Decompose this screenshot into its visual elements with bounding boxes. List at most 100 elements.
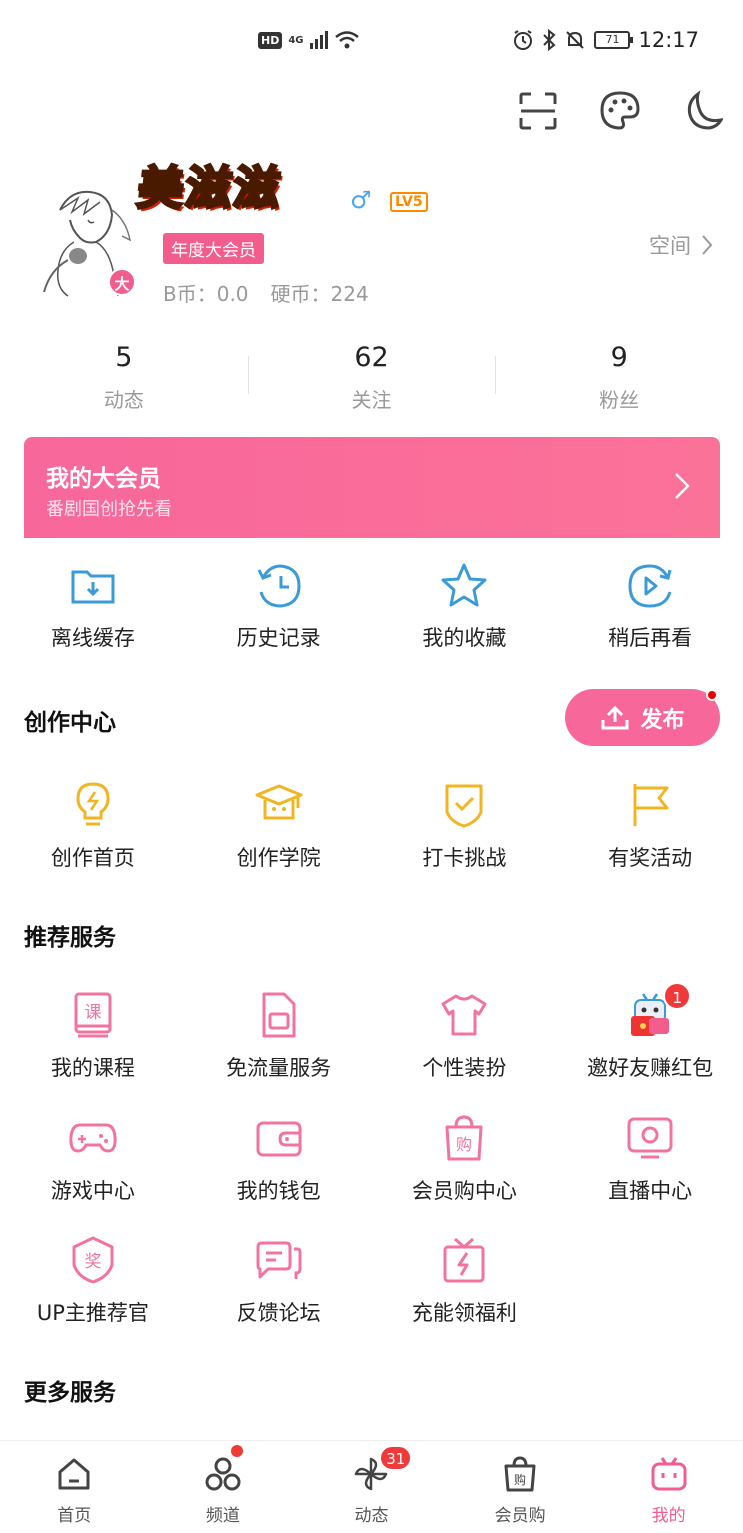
award-badge-icon: 奖 — [72, 1236, 114, 1284]
charge-benefits-button[interactable]: 充能领福利 — [372, 1235, 558, 1327]
grid-label: 我的课程 — [50, 1056, 135, 1080]
stat-fans[interactable]: 9 粉丝 — [495, 340, 743, 413]
watch-later-button[interactable]: 稍后再看 — [557, 560, 743, 652]
offline-cache-button[interactable]: 离线缓存 — [0, 560, 186, 652]
nav-home[interactable]: 首页 — [0, 1441, 149, 1533]
shop-nav-glyph: 购 — [514, 1472, 526, 1487]
creation-academy-button[interactable]: 创作学院 — [186, 780, 372, 872]
my-wallet-button[interactable]: 我的钱包 — [186, 1113, 372, 1205]
stats-row: 5 动态 62 关注 9 粉丝 — [0, 340, 743, 413]
scan-icon[interactable] — [517, 90, 559, 132]
male-icon: ♂ — [350, 186, 372, 214]
recommended-services-title: 推荐服务 — [24, 925, 116, 951]
more-services-title: 更多服务 — [24, 1380, 116, 1406]
download-folder-icon — [71, 570, 115, 604]
level-badge: LV5 — [390, 192, 428, 212]
check-shield-icon — [445, 784, 483, 828]
top-toolbar — [517, 90, 723, 132]
upload-icon — [601, 705, 629, 729]
vip-avatar-badge: 大 — [108, 268, 136, 296]
shop-glyph: 购 — [456, 1135, 472, 1154]
nav-dynamics[interactable]: 31 动态 — [297, 1441, 446, 1533]
stat-number: 9 — [610, 342, 628, 373]
coin-info: B币：0.0 硬币：224 — [163, 278, 369, 307]
vip-tag[interactable]: 年度大会员 — [163, 233, 264, 264]
grid-label: 会员购中心 — [411, 1179, 517, 1203]
personal-dress-up-button[interactable]: 个性装扮 — [372, 990, 558, 1082]
signal-icon — [309, 31, 328, 49]
quick-actions: 离线缓存 历史记录 我的收藏 稍后再看 — [0, 560, 743, 652]
quick-label: 稍后再看 — [608, 626, 693, 650]
stat-following[interactable]: 62 关注 — [247, 340, 496, 413]
grid-label: 游戏中心 — [50, 1179, 135, 1203]
chevron-right-icon — [702, 235, 713, 255]
recommended-row-3: 奖 UP主推荐官 反馈论坛 充能领福利 — [0, 1235, 743, 1327]
publish-label: 发布 — [640, 707, 685, 733]
tv-mine-icon — [651, 1457, 687, 1491]
nav-label: 频道 — [205, 1506, 240, 1526]
shopping-bag-icon: 购 — [445, 1115, 483, 1161]
nav-channel[interactable]: 频道 — [149, 1441, 298, 1533]
history-button[interactable]: 历史记录 — [186, 560, 372, 652]
grid-label: 创作学院 — [236, 846, 321, 870]
grid-label: 充能领福利 — [411, 1301, 517, 1325]
game-center-button[interactable]: 游戏中心 — [0, 1113, 186, 1205]
my-courses-button[interactable]: 课 我的课程 — [0, 990, 186, 1082]
sim-card-icon — [262, 992, 296, 1038]
stat-label: 粉丝 — [599, 388, 640, 412]
grid-label: UP主推荐官 — [36, 1301, 149, 1325]
alarm-icon — [514, 30, 533, 50]
recommended-row-1: 课 我的课程 免流量服务 个性装扮 1 邀好友赚红包 — [0, 982, 743, 1082]
invite-friends-button[interactable]: 1 邀好友赚红包 — [557, 982, 743, 1082]
stat-dynamics[interactable]: 5 动态 — [0, 340, 248, 413]
favorites-button[interactable]: 我的收藏 — [372, 560, 558, 652]
member-shop-button[interactable]: 购 会员购中心 — [372, 1113, 558, 1205]
grid-label: 我的钱包 — [236, 1179, 321, 1203]
flag-icon — [633, 784, 669, 826]
battery-icon: 71 — [594, 31, 634, 49]
up-recommender-button[interactable]: 奖 UP主推荐官 — [0, 1235, 186, 1327]
home-icon — [58, 1458, 90, 1490]
stat-number: 5 — [115, 342, 133, 373]
moon-icon[interactable] — [681, 90, 723, 132]
grid-label: 有奖活动 — [608, 846, 693, 870]
creation-grid: 创作首页 创作学院 打卡挑战 有奖活动 — [0, 780, 743, 872]
feedback-forum-button[interactable]: 反馈论坛 — [186, 1235, 372, 1327]
chat-bubbles-icon — [256, 1241, 302, 1279]
notification-count-badge: 1 — [663, 982, 692, 1010]
creation-home-button[interactable]: 创作首页 — [0, 780, 186, 872]
quick-label: 我的收藏 — [422, 626, 507, 650]
chevron-right-icon — [675, 473, 690, 499]
space-link[interactable]: 空间 — [649, 230, 713, 260]
creation-center-title: 创作中心 — [24, 710, 116, 736]
live-tv-icon — [627, 1117, 673, 1159]
free-data-button[interactable]: 免流量服务 — [186, 990, 372, 1082]
vip-banner[interactable]: 我的大会员 番剧国创抢先看 — [24, 437, 720, 538]
username: 美滋滋 — [133, 160, 286, 217]
tshirt-icon — [441, 994, 487, 1036]
nav-label: 我的 — [651, 1506, 686, 1526]
publish-button[interactable]: 发布 — [565, 689, 720, 746]
checkin-challenge-button[interactable]: 打卡挑战 — [372, 780, 558, 872]
quick-label: 离线缓存 — [50, 626, 135, 650]
nav-label: 会员购 — [494, 1506, 546, 1526]
notification-dot — [230, 1445, 243, 1457]
wallet-icon — [256, 1121, 302, 1157]
nav-mine[interactable]: 我的 — [594, 1441, 743, 1533]
clock: 12:17 — [638, 28, 699, 52]
stat-number: 62 — [354, 342, 389, 373]
mute-bell-icon — [566, 31, 585, 49]
graduation-cap-icon — [255, 784, 303, 820]
network-type: 4G — [288, 34, 304, 46]
star-icon — [441, 563, 487, 607]
grid-label: 直播中心 — [608, 1179, 693, 1203]
live-center-button[interactable]: 直播中心 — [557, 1113, 743, 1205]
stat-label: 关注 — [351, 388, 392, 412]
reward-events-button[interactable]: 有奖活动 — [557, 780, 743, 872]
gift-bolt-icon — [443, 1237, 485, 1283]
grid-label: 免流量服务 — [226, 1056, 332, 1080]
palette-icon[interactable] — [599, 90, 641, 132]
nav-member-shop[interactable]: 购 会员购 — [446, 1441, 595, 1533]
hd-indicator: HD — [258, 31, 283, 49]
hard-coin-label: 硬币：224 — [270, 282, 369, 306]
